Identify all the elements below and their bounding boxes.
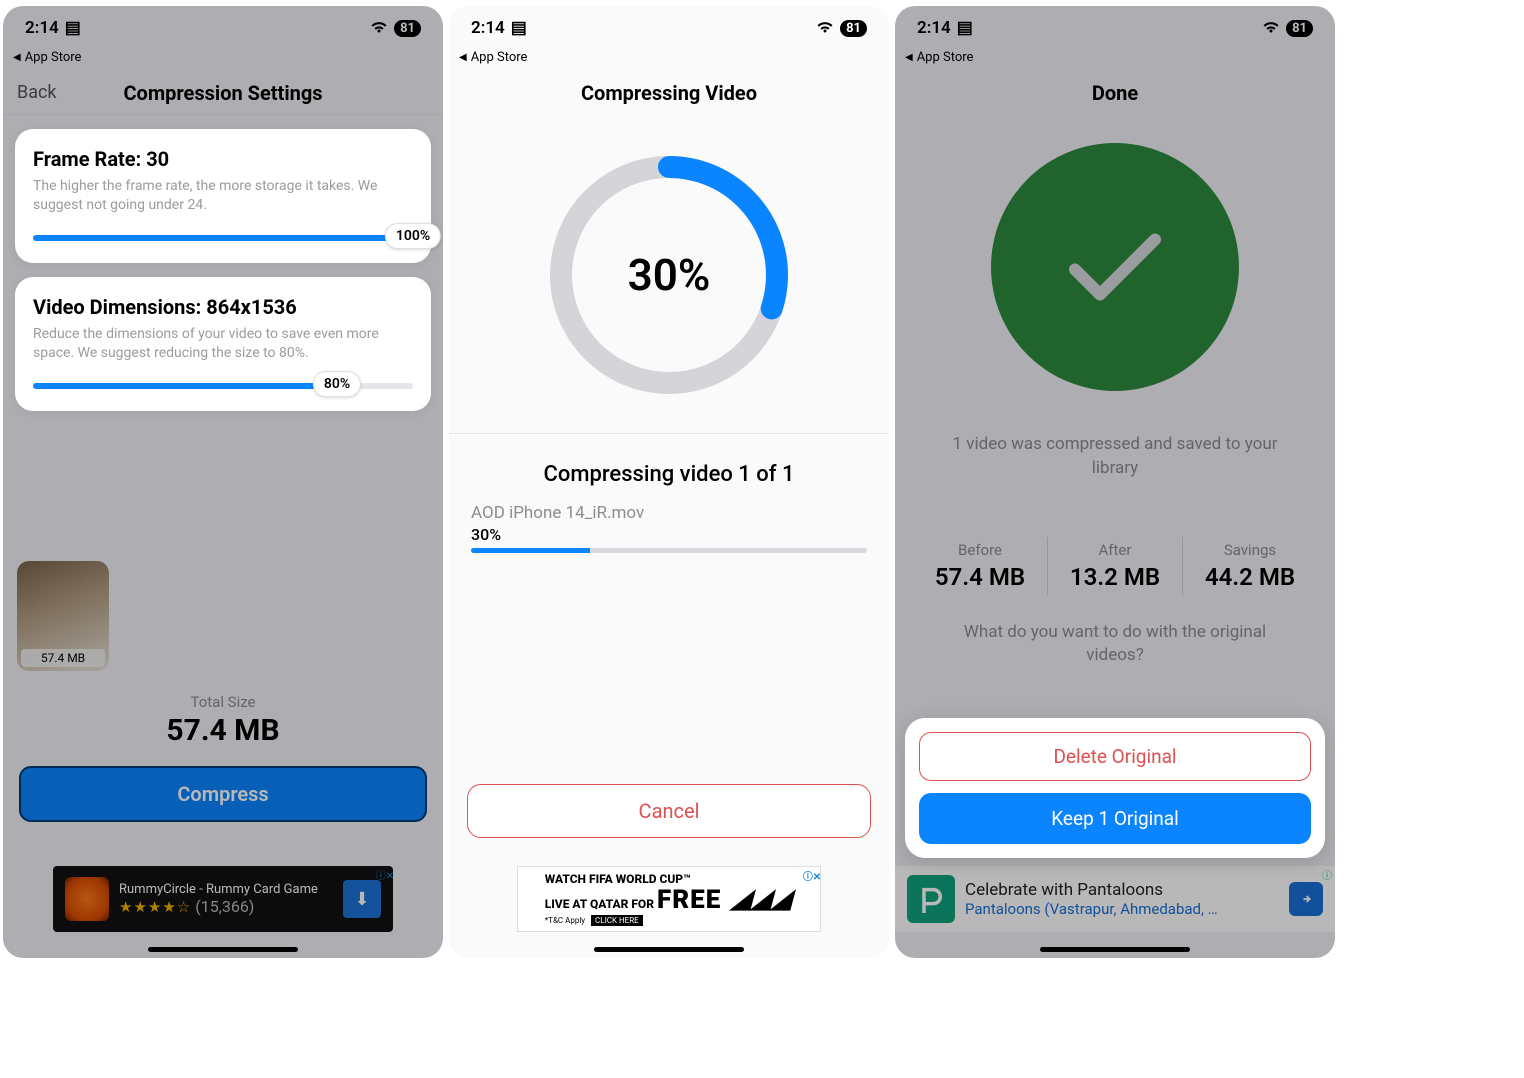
dimensions-thumb[interactable]: 80%: [313, 371, 361, 397]
cancel-button[interactable]: Cancel: [467, 784, 871, 838]
file-pct: 30%: [471, 525, 867, 544]
check-circle-icon: [991, 143, 1239, 391]
total-size-value: 57.4 MB: [3, 713, 443, 748]
breadcrumb-app-store[interactable]: App Store: [449, 50, 889, 71]
compress-button[interactable]: Compress: [19, 766, 427, 822]
ad-click-here[interactable]: CLICK HERE: [591, 915, 643, 926]
frame-rate-card: Frame Rate: 30 The higher the frame rate…: [15, 129, 431, 263]
wifi-icon: [370, 19, 388, 38]
download-icon[interactable]: ⬇: [343, 880, 381, 918]
battery-level: 81: [394, 20, 421, 37]
status-bar: 2:14 ▤ 81: [895, 6, 1335, 50]
screen-compression-settings: 2:14 ▤ 81 App Store Back Compression Set…: [3, 6, 443, 958]
video-thumb-row: 57.4 MB: [3, 561, 443, 671]
ad-title: RummyCircle - Rummy Card Game: [119, 882, 318, 897]
delete-original-button[interactable]: Delete Original: [919, 732, 1311, 781]
ad-app-icon: [65, 877, 109, 921]
dimensions-heading: Video Dimensions: 864x1536: [33, 295, 413, 319]
status-time: 2:14: [25, 18, 59, 38]
status-time: 2:14: [917, 18, 951, 38]
dimensions-slider[interactable]: 80%: [33, 383, 413, 389]
total-size-block: Total Size 57.4 MB: [3, 693, 443, 748]
directions-icon[interactable]: [1289, 882, 1323, 916]
ad-free: FREE: [657, 885, 721, 915]
ad-line2: LIVE AT QATAR FOR: [545, 897, 654, 911]
home-indicator[interactable]: [148, 947, 298, 952]
adidas-icon: ◢◢◢: [729, 884, 797, 914]
frame-rate-thumb[interactable]: 100%: [385, 223, 441, 249]
keep-original-button[interactable]: Keep 1 Original: [919, 793, 1311, 844]
home-indicator[interactable]: [594, 947, 744, 952]
ad-tac: *T&C Apply: [545, 916, 585, 925]
ad-banner-fifa[interactable]: ⓘ✕ WATCH FIFA WORLD CUP™ LIVE AT QATAR F…: [517, 866, 821, 932]
file-progress-bar: [471, 548, 867, 553]
screen-done: 2:14 ▤ 81 App Store Done 1 video was com…: [895, 6, 1335, 958]
page-title: Compressing Video: [581, 81, 757, 105]
home-indicator[interactable]: [1040, 947, 1190, 952]
clipboard-icon: ▤: [511, 18, 527, 38]
breadcrumb-app-store[interactable]: App Store: [895, 50, 1335, 71]
star-icon: ★★★★☆: [119, 898, 191, 916]
ad-line1: Celebrate with Pantaloons: [965, 880, 1279, 900]
ad-banner-rummy[interactable]: ⓘ✕ RummyCircle - Rummy Card Game ★★★★☆ (…: [53, 866, 393, 932]
wifi-icon: [816, 19, 834, 38]
status-time: 2:14: [471, 18, 505, 38]
page-title: Compression Settings: [123, 81, 322, 105]
dimensions-desc: Reduce the dimensions of your video to s…: [33, 325, 413, 363]
wifi-icon: [1262, 19, 1280, 38]
adchoices-icon[interactable]: ⓘ: [1319, 866, 1335, 882]
clipboard-icon: ▤: [957, 18, 973, 38]
dimensions-card: Video Dimensions: 864x1536 Reduce the di…: [15, 277, 431, 411]
back-button[interactable]: Back: [17, 82, 57, 103]
ad-banner-pantaloons[interactable]: Celebrate with Pantaloons Pantaloons (Va…: [895, 866, 1335, 932]
nav-header: Done: [895, 71, 1335, 115]
action-card: Delete Original Keep 1 Original: [905, 718, 1325, 858]
total-size-label: Total Size: [3, 693, 443, 711]
battery-level: 81: [840, 20, 867, 37]
original-question: What do you want to do with the original…: [935, 621, 1295, 667]
nav-header: Back Compression Settings: [3, 71, 443, 115]
ad-line1: WATCH FIFA WORLD CUP™: [545, 873, 722, 887]
stats-row: Before 57.4 MB After 13.2 MB Savings 44.…: [913, 537, 1317, 595]
status-bar: 2:14 ▤ 81: [449, 6, 889, 50]
adchoices-icon[interactable]: ⓘ✕: [377, 866, 393, 882]
ad-brand-icon: [907, 875, 955, 923]
ad-line2: Pantaloons (Vastrapur, Ahmedabad, …: [965, 900, 1279, 918]
frame-rate-heading: Frame Rate: 30: [33, 147, 413, 171]
frame-rate-slider[interactable]: 100%: [33, 235, 413, 241]
file-name: AOD iPhone 14_iR.mov: [471, 503, 867, 523]
clipboard-icon: ▤: [65, 18, 81, 38]
breadcrumb-app-store[interactable]: App Store: [3, 50, 443, 71]
thumb-size-tag: 57.4 MB: [21, 649, 105, 667]
file-progress-block: AOD iPhone 14_iR.mov 30%: [449, 503, 889, 553]
compressing-subtitle: Compressing video 1 of 1: [449, 462, 889, 487]
progress-ring: 30%: [539, 145, 799, 405]
progress-pct: 30%: [539, 145, 799, 405]
video-thumbnail[interactable]: 57.4 MB: [17, 561, 109, 671]
frame-rate-desc: The higher the frame rate, the more stor…: [33, 177, 413, 215]
done-message: 1 video was compressed and saved to your…: [935, 433, 1295, 481]
screen-compressing: 2:14 ▤ 81 App Store Compressing Video 30…: [449, 6, 889, 958]
stat-savings: Savings 44.2 MB: [1183, 537, 1317, 595]
adchoices-icon[interactable]: ⓘ✕: [804, 867, 820, 883]
stat-before: Before 57.4 MB: [913, 537, 1048, 595]
page-title: Done: [1092, 81, 1138, 105]
battery-level: 81: [1286, 20, 1313, 37]
ad-reviews: (15,366): [195, 897, 254, 916]
status-bar: 2:14 ▤ 81: [3, 6, 443, 50]
stat-after: After 13.2 MB: [1048, 537, 1183, 595]
nav-header: Compressing Video: [449, 71, 889, 115]
